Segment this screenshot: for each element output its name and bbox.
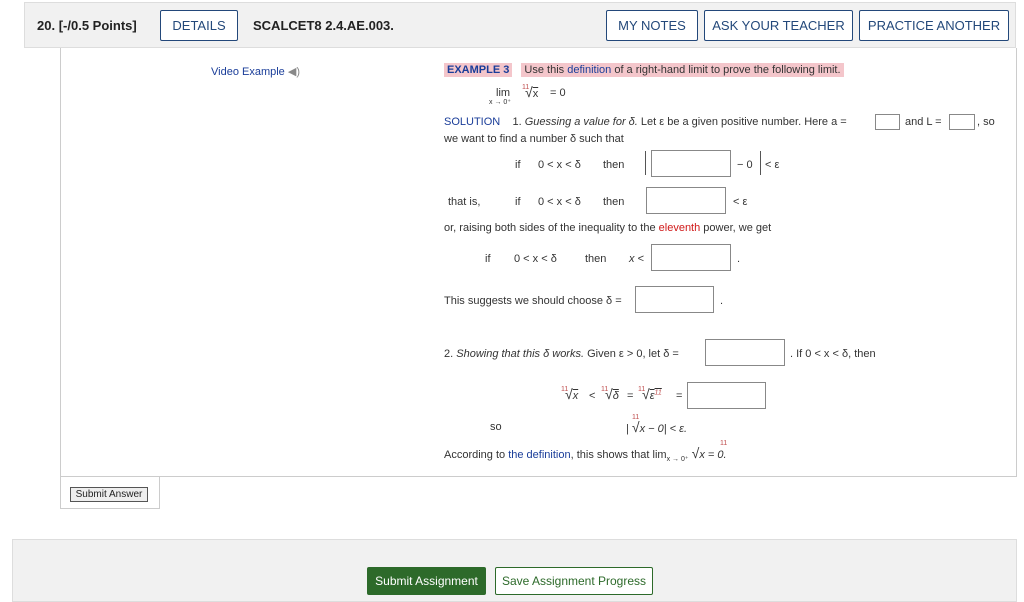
x-bound-input[interactable] [651, 244, 731, 271]
so-word: so [490, 421, 502, 433]
video-example-label[interactable]: Video Example [211, 66, 285, 78]
then-label: then [603, 159, 625, 171]
step2-tail: . If 0 < x < δ, then [790, 348, 876, 360]
condition: 0 < x < δ [538, 159, 581, 171]
abs-bar-left [645, 151, 646, 175]
chain-eq-2: = [676, 390, 683, 402]
limit-value: = 0 [550, 87, 566, 99]
condition-2: 0 < x < δ [538, 196, 581, 208]
lt-epsilon-2: < ε [733, 196, 748, 208]
chain-result-input[interactable] [687, 382, 766, 409]
lt-epsilon: < ε [765, 159, 780, 171]
question-number: 20. [-/0.5 Points] [37, 18, 137, 33]
L-input[interactable] [949, 114, 975, 130]
ask-teacher-button[interactable]: ASK YOUR TEACHER [704, 10, 853, 41]
a-input[interactable] [875, 114, 900, 130]
if-label-3: if [485, 253, 491, 265]
root-index-6: 11 [720, 440, 728, 447]
then-label-2: then [603, 196, 625, 208]
example-heading: EXAMPLE 3 Use this definition of a right… [444, 63, 844, 77]
example-tag: EXAMPLE 3 [444, 63, 513, 77]
if-label: if [515, 159, 521, 171]
question-header: 20. [-/0.5 Points] DETAILS SCALCET8 2.4.… [24, 2, 1016, 48]
save-progress-button[interactable]: Save Assignment Progress [495, 567, 653, 595]
speaker-icon[interactable]: ◀) [288, 66, 300, 78]
radical-eps-icon: √ε11 [642, 386, 662, 402]
radical-icon: √x [525, 84, 539, 100]
solution-label: SOLUTION [444, 116, 501, 128]
period-2: . [720, 295, 724, 307]
submit-assignment-button[interactable]: Submit Assignment [367, 567, 486, 595]
step1-line2: we want to find a number δ such that [444, 133, 624, 145]
submit-answer-button[interactable]: Submit Answer [70, 487, 148, 502]
practice-another-button[interactable]: PRACTICE ANOTHER [859, 10, 1009, 41]
abs-expression-input[interactable] [651, 150, 731, 177]
definition-link[interactable]: definition [567, 64, 611, 76]
suggests-line: This suggests we should choose δ = [444, 295, 622, 307]
then-label-3: then [585, 253, 607, 265]
example-prompt: Use this definition of a right-hand limi… [521, 63, 844, 77]
so-label: , so [977, 116, 995, 128]
if-label-2: if [515, 196, 521, 208]
chain-lt: < [589, 390, 596, 402]
according-line: According to the definition, this shows … [444, 445, 727, 464]
radical-delta-icon: √δ [605, 386, 619, 402]
details-button[interactable]: DETAILS [160, 10, 238, 41]
video-example-link[interactable]: Video Example ◀) [211, 65, 300, 78]
question-id: SCALCET8 2.4.AE.003. [253, 18, 394, 33]
raising-line: or, raising both sides of the inequality… [444, 222, 772, 234]
the-definition-link[interactable]: the definition [508, 449, 570, 461]
minus-zero: − 0 [737, 159, 753, 171]
step2-line: 2. Showing that this δ works. Given ε > … [444, 348, 679, 360]
period-1: . [737, 253, 741, 265]
chain-eq-1: = [627, 390, 634, 402]
abs-line: | √x − 0| < ε. [626, 419, 688, 435]
abs-bar-right [760, 151, 761, 175]
lim-subscript: x → 0⁺ [489, 99, 511, 106]
and-L-label: and L = [905, 116, 942, 128]
my-notes-button[interactable]: MY NOTES [606, 10, 698, 41]
expression-input-2[interactable] [646, 187, 726, 214]
root-index-5: 11 [632, 414, 640, 421]
delta-choice-input[interactable] [635, 286, 714, 313]
step1-line: SOLUTION 1. Guessing a value for δ. Let … [444, 116, 847, 128]
that-is-label: that is, [448, 196, 481, 208]
radical-x-icon: √x [565, 386, 579, 402]
step2-delta-input[interactable] [705, 339, 785, 366]
condition-3: 0 < x < δ [514, 253, 557, 265]
x-lt-label: x < [629, 253, 644, 265]
eleventh-word: eleventh [658, 222, 701, 234]
